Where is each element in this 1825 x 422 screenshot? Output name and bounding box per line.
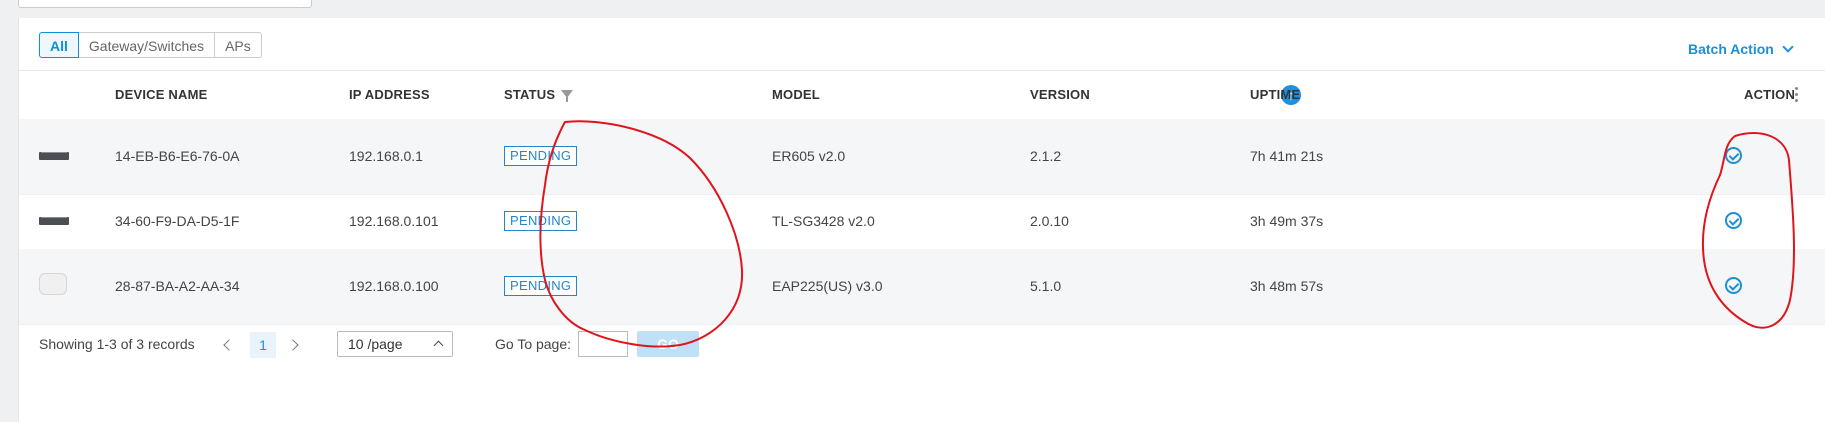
batch-action-label: Batch Action (1688, 41, 1774, 57)
page-size-select[interactable]: 10 /page (337, 331, 453, 357)
version: 2.0.10 (1030, 213, 1069, 229)
column-ip-address[interactable]: IP ADDRESS (349, 71, 430, 119)
column-status-label: STATUS (504, 87, 556, 102)
table-row[interactable]: 28-87-BA-A2-AA-34 192.168.0.100 PENDING … (19, 249, 1825, 325)
column-settings-icon[interactable] (1795, 87, 1799, 103)
adopt-check-icon[interactable] (1725, 212, 1742, 229)
device-filter-tabs: All Gateway/Switches APs (39, 32, 262, 58)
records-count-text: Showing 1-3 of 3 records (39, 336, 195, 352)
switch-device-icon (39, 147, 69, 160)
adopt-check-icon[interactable] (1725, 277, 1742, 294)
column-model[interactable]: MODEL (772, 71, 820, 119)
uptime: 3h 49m 37s (1250, 213, 1324, 229)
pagination-bar: Showing 1-3 of 3 records 1 10 /page Go T… (19, 316, 1825, 376)
devices-panel: All Gateway/Switches APs Batch Action DE… (18, 18, 1825, 422)
status-badge: PENDING (504, 211, 578, 231)
uptime: 3h 48m 57s (1250, 278, 1324, 294)
device-name[interactable]: 14-EB-B6-E6-76-0A (115, 119, 240, 194)
page-1-button[interactable]: 1 (250, 332, 276, 358)
column-uptime[interactable]: UPTIME (1250, 71, 1300, 119)
tab-aps[interactable]: APs (215, 32, 262, 58)
model: ER605 v2.0 (772, 148, 846, 164)
status-badge: PENDING (504, 146, 578, 166)
column-status[interactable]: STATUS (504, 71, 574, 119)
go-button[interactable]: GO (637, 331, 699, 357)
next-page-button[interactable] (283, 332, 309, 358)
goto-page-input[interactable] (578, 331, 628, 357)
batch-action-button[interactable]: Batch Action (1688, 38, 1808, 60)
table-header: DEVICE NAME IP ADDRESS STATUS MODEL VERS… (19, 70, 1825, 120)
column-version[interactable]: VERSION (1030, 71, 1090, 119)
version: 5.1.0 (1030, 278, 1062, 294)
model: TL-SG3428 v2.0 (772, 213, 875, 229)
access-point-device-icon (39, 273, 67, 295)
adopt-check-icon[interactable] (1725, 147, 1742, 164)
uptime: 7h 41m 21s (1250, 148, 1324, 164)
model: EAP225(US) v3.0 (772, 278, 883, 294)
chevron-up-icon (433, 340, 444, 351)
ip-address: 192.168.0.101 (349, 213, 439, 229)
prev-page-button[interactable] (215, 332, 241, 358)
ip-address: 192.168.0.1 (349, 148, 423, 164)
status-badge: PENDING (504, 276, 578, 296)
ip-address: 192.168.0.100 (349, 278, 439, 294)
filter-icon[interactable] (561, 90, 574, 103)
device-name[interactable]: 28-87-BA-A2-AA-34 (115, 249, 240, 324)
search-select-box[interactable] (18, 0, 312, 8)
switch-device-icon (39, 212, 69, 225)
tab-all[interactable]: All (39, 32, 79, 58)
column-device-name[interactable]: DEVICE NAME (115, 71, 208, 119)
chevron-down-icon (1782, 41, 1794, 53)
chevron-left-icon (223, 339, 235, 351)
version: 2.1.2 (1030, 148, 1062, 164)
goto-page-label: Go To page: (495, 336, 572, 352)
page-size-value: 10 /page (348, 336, 403, 352)
tab-gateway-switches[interactable]: Gateway/Switches (78, 32, 216, 58)
device-name[interactable]: 34-60-F9-DA-D5-1F (115, 184, 239, 259)
column-action: ACTION (1744, 87, 1796, 102)
chevron-right-icon (287, 339, 299, 351)
